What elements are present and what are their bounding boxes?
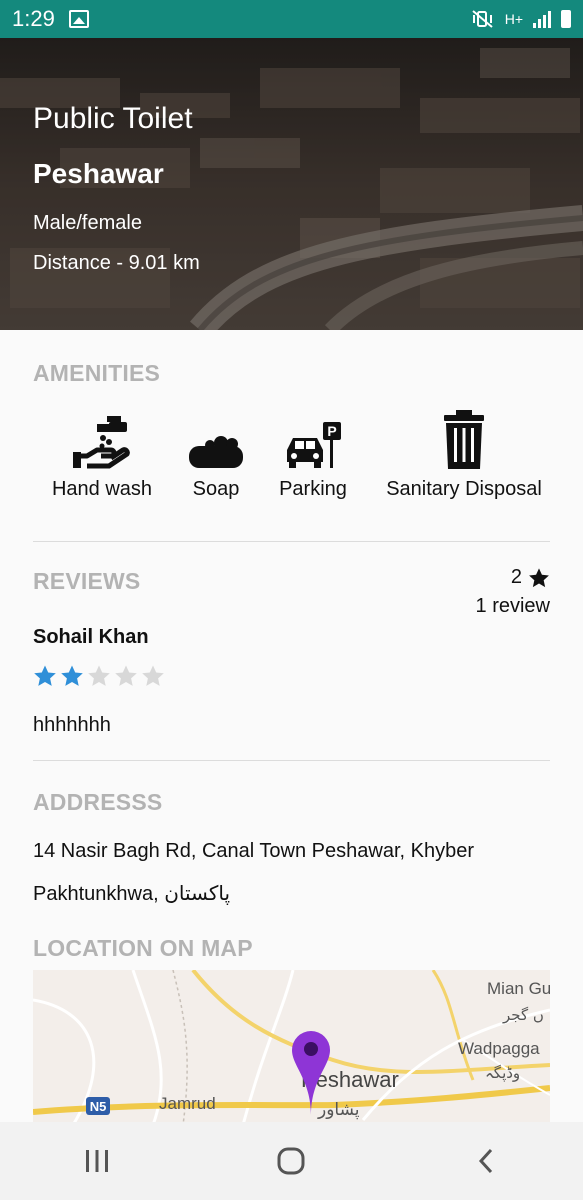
amenity-soap: Soap	[182, 408, 250, 501]
soap-icon	[189, 436, 243, 468]
map-canvas: N5 Jamrud Peshawar پشاور Mian Gu ں گجر W…	[33, 970, 550, 1125]
amenity-label: Parking	[279, 478, 347, 500]
distance-label: Distance - 9.01 km	[33, 252, 200, 274]
parking-icon: P	[287, 422, 341, 468]
amenities-title: AMENITIES	[33, 360, 161, 386]
review-star-rating	[33, 664, 165, 688]
home-icon	[277, 1147, 305, 1175]
divider	[33, 541, 550, 542]
place-city: Peshawar	[33, 158, 164, 189]
highway-label: N5	[90, 1099, 107, 1114]
back-button[interactable]	[456, 1131, 516, 1191]
gender-label: Male/female	[33, 212, 142, 234]
amenity-label: Soap	[192, 478, 240, 500]
trash-bin-icon	[444, 410, 484, 469]
star-icon	[529, 567, 549, 587]
map-label-wadpagga: Wadpagga	[458, 1039, 540, 1058]
home-button[interactable]	[261, 1131, 321, 1191]
address-line-2: Pakhtunkhwa, پاکستان	[33, 883, 231, 905]
amenity-label: Sanitary Disposal	[386, 478, 542, 500]
map-title: LOCATION ON MAP	[33, 935, 253, 961]
battery-icon	[561, 10, 571, 28]
status-time: 1:29	[12, 6, 55, 31]
map-label-mian: Mian Gu	[487, 979, 550, 998]
svg-text:P: P	[327, 423, 336, 439]
star-empty-icon	[142, 665, 164, 686]
star-filled-icon	[61, 665, 83, 686]
map-label-city-urdu: پشاور	[317, 1100, 360, 1120]
amenity-hand-wash: Hand wash	[48, 408, 156, 501]
review-count: 1 review	[475, 595, 550, 617]
reviews-title: REVIEWS	[33, 568, 141, 594]
amenity-parking: P Parking	[272, 408, 354, 501]
image-icon	[68, 10, 89, 28]
amenity-sanitary-disposal: Sanitary Disposal	[378, 408, 550, 501]
map-label-jamrud: Jamrud	[159, 1094, 216, 1113]
back-icon	[478, 1148, 492, 1174]
address-title: ADDRESSS	[33, 789, 163, 815]
star-empty-icon	[115, 665, 137, 686]
recent-apps-button[interactable]	[67, 1131, 127, 1191]
average-rating: 2	[510, 566, 522, 588]
address-line-1: 14 Nasir Bagh Rd, Canal Town Peshawar, K…	[33, 840, 474, 862]
system-navigation-bar	[0, 1122, 583, 1200]
map-label-wadpagga-urdu: وڈپگہ	[485, 1064, 520, 1083]
network-type-label: H+	[504, 11, 523, 27]
header-image: Public Toilet Peshawar Male/female Dista…	[0, 38, 583, 330]
hand-wash-icon	[73, 416, 130, 469]
amenity-label: Hand wash	[51, 478, 153, 500]
map-label-mian-urdu: ں گجر	[502, 1006, 544, 1024]
place-type: Public Toilet	[33, 102, 193, 135]
status-bar: 1:29 H+	[0, 0, 583, 38]
signal-icon	[533, 10, 551, 28]
reviewer-name: Sohail Khan	[33, 626, 149, 648]
location-map[interactable]: N5 Jamrud Peshawar پشاور Mian Gu ں گجر W…	[33, 970, 550, 1125]
star-empty-icon	[88, 665, 110, 686]
recent-apps-icon	[86, 1150, 109, 1172]
star-filled-icon	[34, 665, 56, 686]
mute-vibrate-icon	[472, 10, 493, 28]
address-text: 14 Nasir Bagh Rd, Canal Town Peshawar, K…	[33, 830, 553, 916]
rating-summary: 2 1 review	[476, 566, 550, 618]
review-text: hhhhhhh	[33, 714, 111, 736]
divider	[33, 760, 550, 761]
